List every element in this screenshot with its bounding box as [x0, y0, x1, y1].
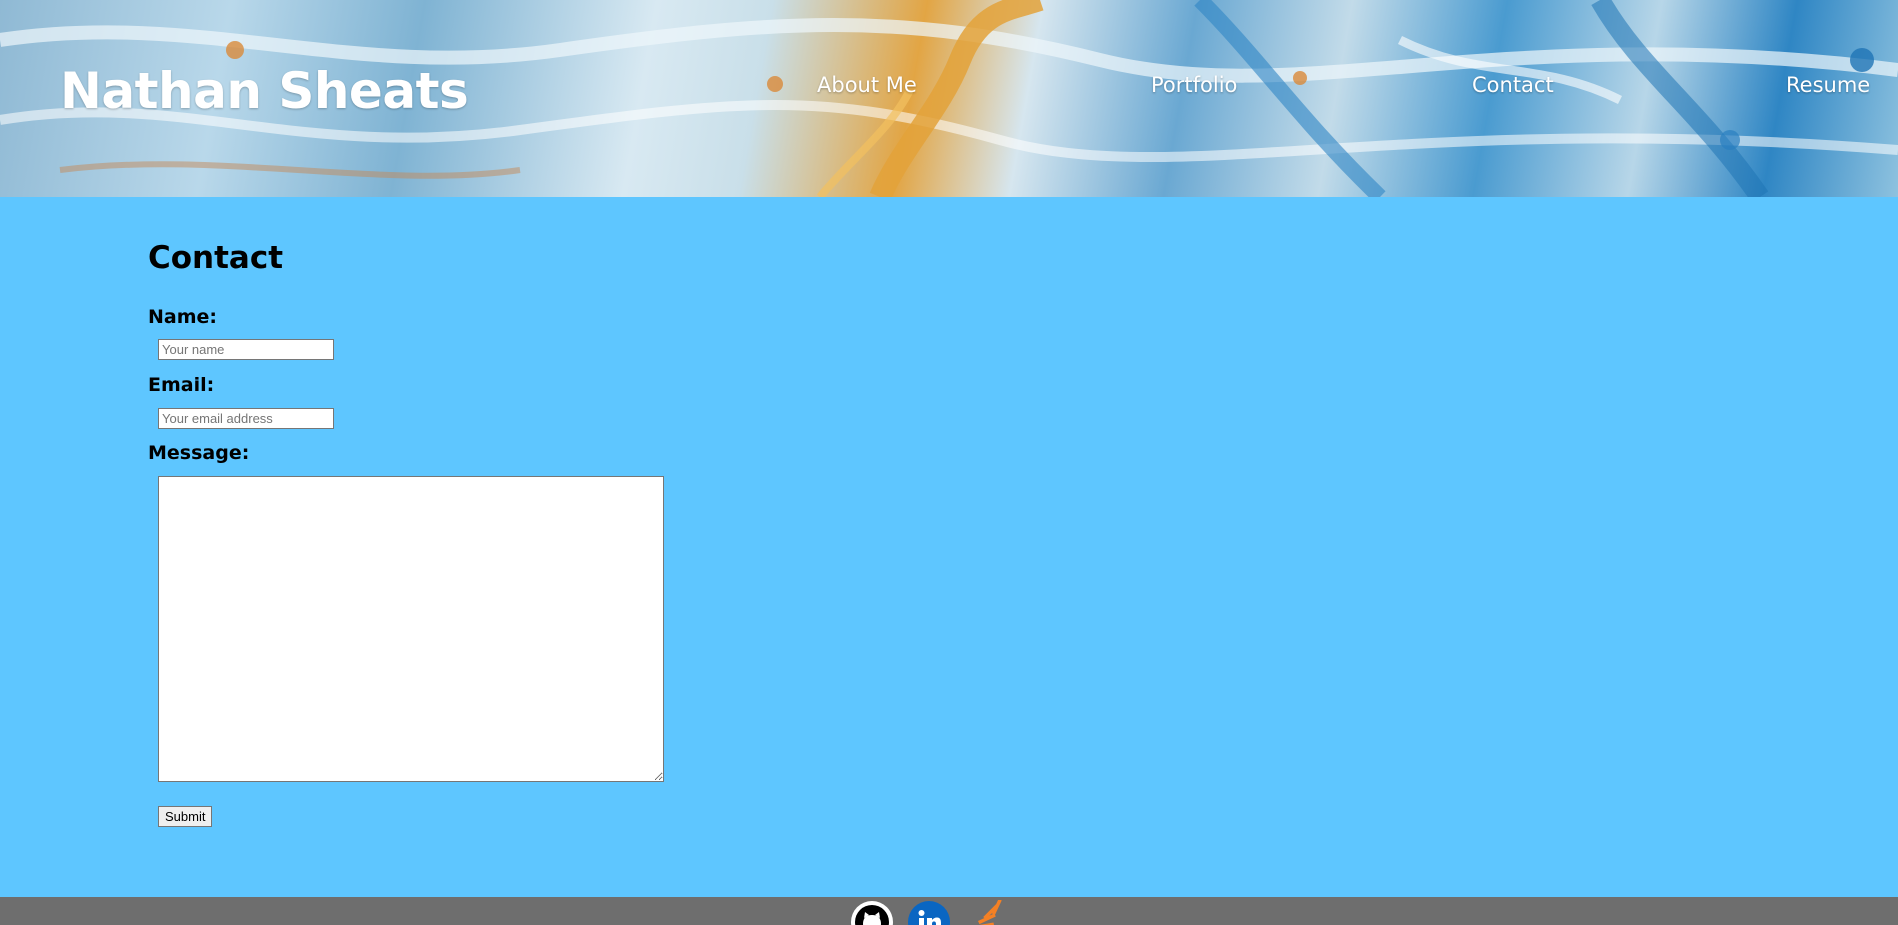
message-label: Message:: [148, 442, 250, 464]
github-icon[interactable]: [850, 900, 894, 925]
message-textarea[interactable]: [158, 476, 664, 782]
nav-link-contact[interactable]: Contact: [1472, 73, 1554, 97]
site-title[interactable]: Nathan Sheats: [60, 62, 469, 120]
email-label: Email:: [148, 374, 215, 396]
nav-link-about-me[interactable]: About Me: [817, 73, 917, 97]
linkedin-icon[interactable]: [907, 900, 951, 925]
submit-button[interactable]: Submit: [158, 806, 213, 827]
stackoverflow-icon[interactable]: [964, 900, 1008, 925]
name-label: Name:: [148, 306, 218, 328]
page-title: Contact: [148, 240, 284, 276]
nav-link-portfolio[interactable]: Portfolio: [1151, 73, 1237, 97]
contact-section: Contact Name: Email: Message: Submit: [148, 240, 664, 827]
site-header: Nathan Sheats About Me Portfolio Contact…: [0, 0, 1898, 197]
email-input[interactable]: [158, 408, 334, 429]
name-input[interactable]: [158, 339, 334, 360]
nav-link-resume[interactable]: Resume: [1786, 73, 1870, 97]
site-footer: [0, 897, 1898, 925]
